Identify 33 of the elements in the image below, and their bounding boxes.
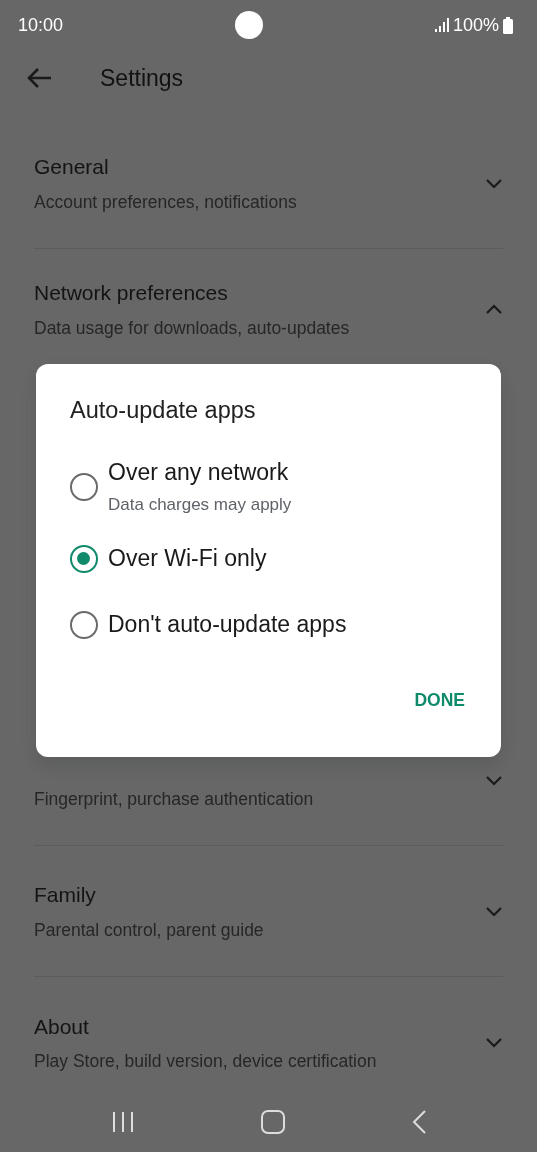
- radio-button[interactable]: [70, 473, 98, 501]
- section-title: General: [34, 154, 110, 181]
- section-subtitle: Data usage for downloads, auto-updates: [34, 316, 350, 340]
- chevron-icon[interactable]: [485, 302, 503, 316]
- back-icon[interactable]: [411, 1110, 426, 1134]
- option-subtitle: Data charges may apply: [108, 493, 292, 516]
- done-button[interactable]: DONE: [412, 681, 467, 720]
- section-subtitle: Account preferences, notifications: [34, 190, 297, 214]
- option-label: Over any network: [108, 458, 290, 487]
- section-title: About: [34, 1013, 90, 1040]
- home-icon[interactable]: [260, 1110, 285, 1134]
- option-label: Don't auto-update apps: [108, 610, 347, 640]
- section-title: Network preferences: [34, 280, 229, 307]
- section-subtitle: Play Store, build version, device certification: [34, 1050, 377, 1074]
- chevron-icon[interactable]: [485, 1036, 503, 1049]
- recent-apps-icon[interactable]: [111, 1111, 134, 1133]
- signal-icon: [434, 18, 449, 32]
- radio-button[interactable]: [70, 545, 98, 574]
- section-title: Family: [34, 882, 97, 909]
- dialog-title: Auto-update apps: [70, 396, 257, 424]
- page-title: Settings: [100, 63, 184, 93]
- option-label: Over Wi-Fi only: [108, 544, 267, 574]
- chevron-icon[interactable]: [485, 176, 503, 190]
- radio-button[interactable]: [70, 611, 98, 640]
- status-time: 10:00: [18, 13, 64, 37]
- battery-level: 100%: [452, 13, 499, 37]
- battery-icon: [503, 16, 513, 34]
- chevron-icon[interactable]: [485, 904, 503, 918]
- section-subtitle: Parental control, parent guide: [34, 918, 264, 942]
- chevron-icon[interactable]: [485, 773, 503, 787]
- section-subtitle: Fingerprint, purchase authentication: [34, 787, 314, 811]
- back-arrow-icon[interactable]: [26, 67, 52, 89]
- camera-icon: [235, 11, 263, 39]
